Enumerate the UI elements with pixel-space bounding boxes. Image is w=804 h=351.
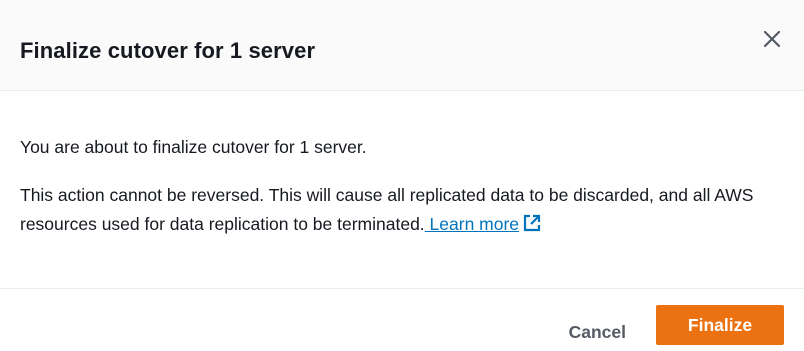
learn-more-label: Learn more bbox=[429, 214, 520, 234]
cutover-summary-text: You are about to finalize cutover for 1 … bbox=[20, 137, 367, 157]
modal-footer: Cancel Finalize bbox=[0, 289, 804, 351]
warning-text-content: This action cannot be reversed. This wil… bbox=[20, 185, 754, 234]
modal-body: You are about to finalize cutover for 1 … bbox=[0, 91, 804, 289]
learn-more-link[interactable]: Learn more bbox=[425, 214, 541, 234]
external-link-icon bbox=[523, 212, 541, 241]
finalize-cutover-modal: Finalize cutover for 1 server You are ab… bbox=[0, 0, 804, 351]
warning-text: This action cannot be reversed. This wil… bbox=[20, 181, 790, 241]
modal-header: Finalize cutover for 1 server bbox=[0, 0, 804, 91]
cancel-button[interactable]: Cancel bbox=[551, 313, 644, 351]
close-button[interactable] bbox=[758, 26, 786, 54]
close-icon bbox=[762, 29, 782, 52]
finalize-button[interactable]: Finalize bbox=[656, 305, 784, 345]
modal-title: Finalize cutover for 1 server bbox=[20, 38, 316, 63]
